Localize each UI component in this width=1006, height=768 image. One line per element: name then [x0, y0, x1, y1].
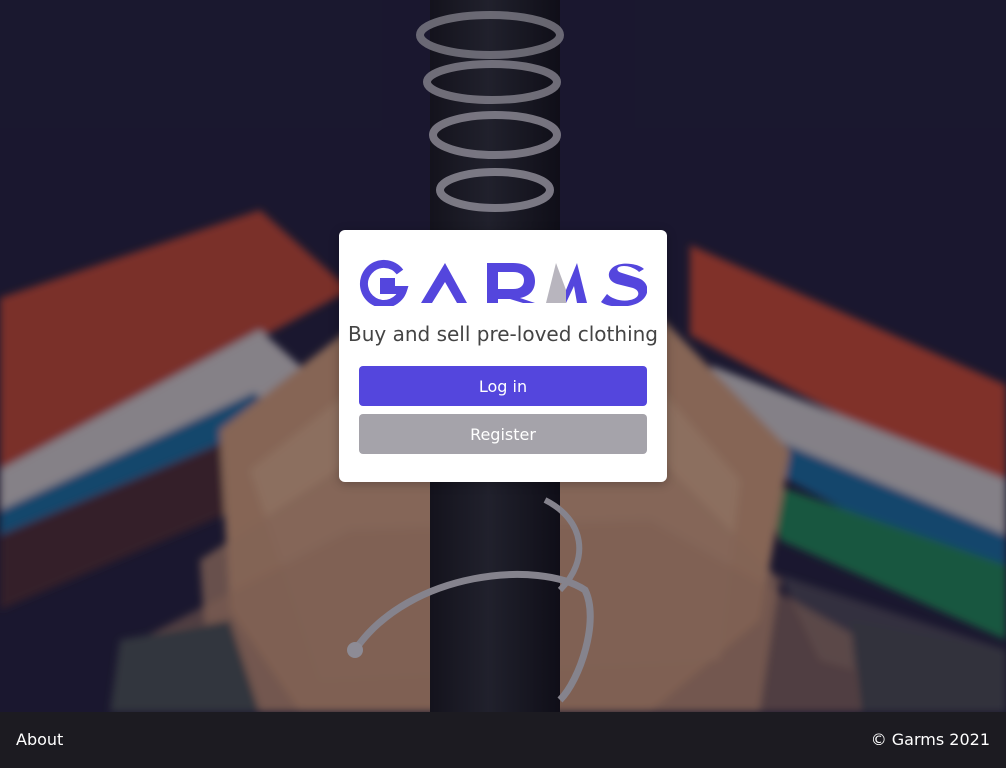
auth-card: Buy and sell pre-loved clothing Log in R… — [339, 230, 667, 482]
garms-logo — [359, 259, 647, 306]
about-link[interactable]: About — [16, 730, 63, 749]
landing-page: Buy and sell pre-loved clothing Log in R… — [0, 0, 1006, 768]
tagline: Buy and sell pre-loved clothing — [348, 322, 658, 346]
copyright-text: © Garms 2021 — [870, 730, 990, 749]
login-button[interactable]: Log in — [359, 366, 647, 406]
footer: About © Garms 2021 — [0, 712, 1006, 768]
register-button[interactable]: Register — [359, 414, 647, 454]
